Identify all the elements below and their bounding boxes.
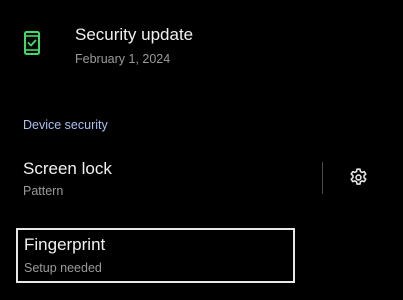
screen-lock-title: Screen lock xyxy=(23,159,112,178)
phone-check-icon xyxy=(22,30,42,56)
vertical-divider xyxy=(322,162,323,194)
screen-lock-subtitle: Pattern xyxy=(23,184,64,198)
security-settings-screen: Security update February 1, 2024 Device … xyxy=(0,0,403,300)
security-update-title: Security update xyxy=(75,25,194,44)
screen-lock-item[interactable]: Screen lock Pattern xyxy=(0,150,316,208)
security-update-item[interactable]: Security update February 1, 2024 xyxy=(0,14,403,72)
security-update-date: February 1, 2024 xyxy=(75,52,171,66)
fingerprint-subtitle: Setup needed xyxy=(24,261,102,275)
screen-lock-settings-button[interactable] xyxy=(338,157,380,199)
fingerprint-title: Fingerprint xyxy=(24,235,106,254)
fingerprint-item[interactable]: Fingerprint Setup needed xyxy=(16,228,295,283)
gear-icon xyxy=(350,168,367,185)
device-security-header: Device security xyxy=(23,118,108,132)
